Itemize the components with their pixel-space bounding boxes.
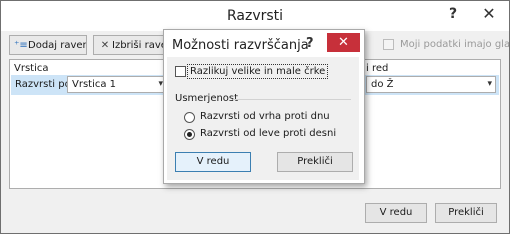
orientation-group-label: Usmerjenost: [175, 93, 239, 104]
delete-level-button[interactable]: ✕Izbriši raven: [93, 35, 165, 55]
headers-checkbox-label: Moji podatki imajo glave: [400, 39, 510, 50]
chevron-down-icon: ▾: [487, 79, 492, 89]
order-header: i red: [366, 63, 389, 74]
delete-level-label: Izbriši raven: [112, 40, 164, 51]
options-cancel-button[interactable]: Prekliči: [277, 152, 353, 172]
options-dialog-title: Možnosti razvrščanja: [172, 38, 309, 53]
add-level-button[interactable]: ⁺≡Dodaj raven: [9, 35, 87, 55]
add-level-icon: ⁺≡: [14, 40, 28, 51]
delete-icon: ✕: [100, 40, 110, 51]
radio-top-to-bottom[interactable]: [184, 112, 195, 123]
options-help-button[interactable]: ?: [306, 36, 314, 51]
sort-by-value: Vrstica 1: [72, 79, 117, 90]
cancel-button[interactable]: Prekliči: [435, 203, 497, 223]
options-dialog-body: Razlikuj velike in male črke Usmerjenost…: [167, 57, 359, 180]
case-sensitive-label[interactable]: Razlikuj velike in male črke: [187, 64, 329, 79]
sort-by-select[interactable]: Vrstica 1 ▾: [67, 76, 167, 93]
radio-left-to-right-label[interactable]: Razvrsti od leve proti desni: [200, 128, 336, 139]
case-sensitive-checkbox[interactable]: [175, 66, 186, 77]
sort-dialog-window: Razvrsti ? ✕ ⁺≡Dodaj raven ✕Izbriši rave…: [0, 0, 510, 234]
column-header: Vrstica: [14, 63, 49, 74]
ok-button[interactable]: V redu: [365, 203, 427, 223]
order-select[interactable]: do Ž ▾: [366, 76, 496, 93]
headers-checkbox[interactable]: [383, 39, 394, 50]
radio-top-to-bottom-label[interactable]: Razvrsti od vrha proti dnu: [200, 111, 330, 122]
options-close-button[interactable]: ✕: [327, 33, 360, 52]
title-bar: Razvrsti ? ✕: [1, 1, 509, 31]
order-value: do Ž: [371, 79, 394, 90]
close-button[interactable]: ✕: [475, 4, 503, 24]
group-divider: [233, 99, 351, 100]
add-level-label: Dodaj raven: [28, 40, 87, 51]
sort-by-label: Razvrsti po: [15, 79, 71, 90]
window-title: Razvrsti: [226, 8, 284, 24]
help-button[interactable]: ?: [449, 6, 457, 22]
options-ok-button[interactable]: V redu: [175, 152, 251, 172]
radio-left-to-right[interactable]: [184, 129, 195, 140]
sort-options-dialog: Možnosti razvrščanja ? ✕ Razlikuj velike…: [163, 29, 365, 184]
